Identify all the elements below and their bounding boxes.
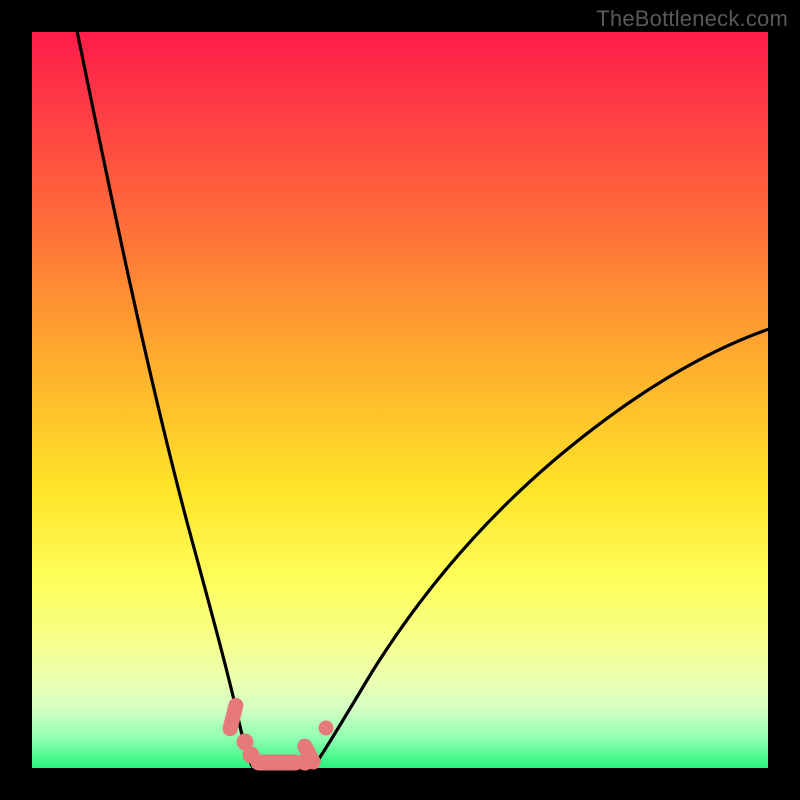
trough-markers <box>222 697 333 772</box>
chart-svg <box>32 32 768 768</box>
watermark-text: TheBottleneck.com <box>596 6 788 32</box>
left-curve <box>76 26 252 766</box>
right-curve <box>314 328 772 766</box>
chart-frame: TheBottleneck.com <box>0 0 800 800</box>
